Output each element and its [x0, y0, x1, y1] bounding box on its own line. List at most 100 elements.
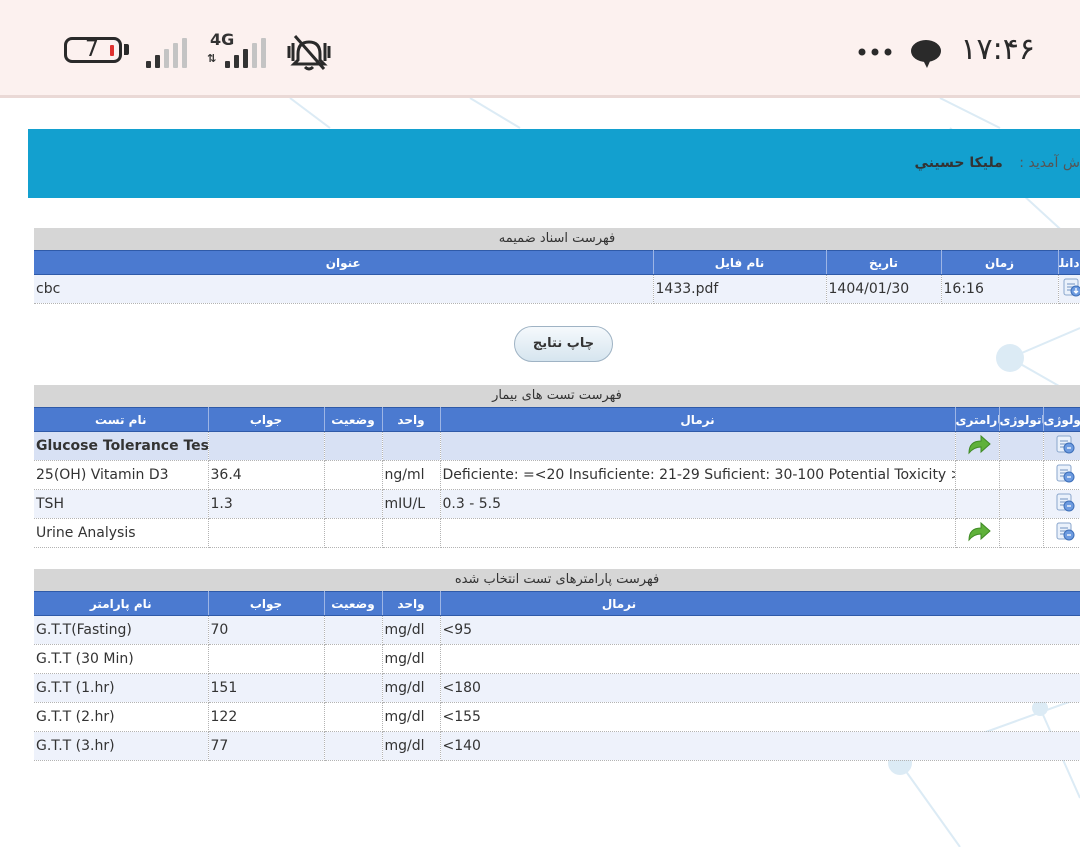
- test-name: Glucose Tolerance Test: [34, 431, 209, 461]
- col-param-normal: نرمال: [440, 591, 1080, 616]
- arrow-right-icon: [967, 434, 991, 455]
- test-answer: 36.4: [208, 460, 325, 490]
- more-dots-icon: [858, 48, 892, 56]
- print-results-button[interactable]: چاپ نتایج: [514, 326, 613, 362]
- attachments-title: فهرست اسناد ضمیمه: [34, 228, 1080, 250]
- pathology-doc-icon: [1056, 522, 1074, 541]
- table-row: 25(OH) Vitamin D3 36.4 ng/ml Deficiente: =<…: [34, 460, 1080, 490]
- battery-level-text: 7: [85, 37, 99, 62]
- param-normal: <95: [440, 615, 1080, 645]
- pathology-cell: [999, 431, 1044, 461]
- table-row: Urine Analysis: [34, 518, 1080, 548]
- test-answer: 1.3: [208, 489, 325, 519]
- col-unit: واحد: [382, 407, 441, 432]
- status-bar: 7 4G ⇅ ۱۷:۴۶: [0, 0, 1080, 98]
- col-param-status: وضعیت: [324, 591, 383, 616]
- table-row: Glucose Tolerance Test: [34, 431, 1080, 461]
- test-unit: [382, 518, 441, 548]
- battery-low-indicator: [110, 45, 114, 56]
- pathology-button[interactable]: [1043, 460, 1080, 490]
- pathology-button[interactable]: [1043, 489, 1080, 519]
- param-name: G.T.T (30 Min): [34, 644, 209, 674]
- col-test-name: نام تست: [34, 407, 209, 432]
- battery-tip: [124, 44, 129, 55]
- table-row: TSH 1.3 mIU/L 0.3 - 5.5: [34, 489, 1080, 519]
- parametric-button[interactable]: [955, 518, 1000, 548]
- test-status: [324, 489, 383, 519]
- col-param-unit: واحد: [382, 591, 441, 616]
- parameters-table: نام پارامتر جواب وضعیت واحد نرمال G.T.T(…: [34, 591, 1080, 761]
- param-status: [324, 702, 383, 732]
- col-normal: نرمال: [440, 407, 956, 432]
- col-status: وضعیت: [324, 407, 383, 432]
- param-normal: [440, 644, 1080, 674]
- test-status: [324, 431, 383, 461]
- vibrate-off-icon: [287, 35, 331, 71]
- param-normal: <155: [440, 702, 1080, 732]
- col-file-name: نام فایل: [653, 250, 827, 275]
- test-status: [324, 518, 383, 548]
- arrow-right-icon: [967, 521, 991, 542]
- attachments-table: عنوان نام فایل تاریخ زمان دانلود cbc 143…: [34, 250, 1080, 304]
- param-name: G.T.T (3.hr): [34, 731, 209, 761]
- test-answer: [208, 431, 325, 461]
- parameters-title: فهرست پارامترهای تست انتخاب شده: [34, 569, 1080, 591]
- signal-icon: [146, 38, 187, 68]
- col-time: زمان: [941, 250, 1059, 275]
- param-status: [324, 731, 383, 761]
- data-transfer-icon: ⇅: [207, 52, 217, 65]
- pathology-button[interactable]: [1043, 431, 1080, 461]
- parametric-button: [955, 489, 1000, 519]
- attachment-date: 1404/01/30: [826, 274, 942, 304]
- parametric-button[interactable]: [955, 431, 1000, 461]
- tests-panel: فهرست تست های بیمار نام تست جواب وضعیت و…: [34, 385, 1080, 548]
- col-parametric: پارامتری: [955, 407, 1000, 432]
- test-name: 25(OH) Vitamin D3: [34, 460, 209, 490]
- col-pathology-1: پاتولوژی: [999, 407, 1044, 432]
- clock: ۱۷:۴۶: [960, 32, 1035, 67]
- test-normal: Deficiente: =<20 Insuficiente: 21-29 Suf…: [440, 460, 956, 490]
- test-unit: mIU/L: [382, 489, 441, 519]
- table-row: G.T.T (2.hr) 122 mg/dl <155: [34, 702, 1080, 732]
- table-row: G.T.T (1.hr) 151 mg/dl <180: [34, 673, 1080, 703]
- pathology-cell: [999, 489, 1044, 519]
- param-answer: 77: [208, 731, 325, 761]
- parameters-header-row: نام پارامتر جواب وضعیت واحد نرمال: [34, 591, 1080, 616]
- table-row: cbc 1433.pdf 1404/01/30 16:16: [34, 274, 1080, 304]
- param-unit: mg/dl: [382, 702, 441, 732]
- param-unit: mg/dl: [382, 644, 441, 674]
- tests-title: فهرست تست های بیمار: [34, 385, 1080, 407]
- table-row: G.T.T (30 Min) mg/dl: [34, 644, 1080, 674]
- chat-bubble-icon: [911, 40, 941, 68]
- pathology-button[interactable]: [1043, 518, 1080, 548]
- parametric-button: [955, 460, 1000, 490]
- col-pathology-2: پاتولوژی: [1043, 407, 1080, 432]
- param-normal: <140: [440, 731, 1080, 761]
- col-date: تاریخ: [826, 250, 942, 275]
- test-name: Urine Analysis: [34, 518, 209, 548]
- test-normal: [440, 431, 956, 461]
- test-normal: [440, 518, 956, 548]
- param-unit: mg/dl: [382, 731, 441, 761]
- param-answer: [208, 644, 325, 674]
- param-unit: mg/dl: [382, 673, 441, 703]
- welcome-label: ش آمدید :: [1019, 155, 1080, 171]
- attachment-time: 16:16: [941, 274, 1059, 304]
- pathology-cell: [999, 518, 1044, 548]
- col-param-name: نام پارامتر: [34, 591, 209, 616]
- param-name: G.T.T (1.hr): [34, 673, 209, 703]
- col-download: دانلود: [1058, 250, 1080, 275]
- tests-table: نام تست جواب وضعیت واحد نرمال پارامتری پ…: [34, 407, 1080, 548]
- param-name: G.T.T (2.hr): [34, 702, 209, 732]
- 4g-signal-icon: [225, 38, 266, 68]
- param-unit: mg/dl: [382, 615, 441, 645]
- download-button[interactable]: [1058, 274, 1080, 304]
- download-icon: [1063, 278, 1080, 297]
- attachment-file-name[interactable]: 1433.pdf: [653, 274, 827, 304]
- pathology-doc-icon: [1056, 435, 1074, 454]
- test-status: [324, 460, 383, 490]
- param-answer: 70: [208, 615, 325, 645]
- user-name: مليكا حسيني: [914, 155, 1003, 171]
- pathology-cell: [999, 460, 1044, 490]
- param-normal: <180: [440, 673, 1080, 703]
